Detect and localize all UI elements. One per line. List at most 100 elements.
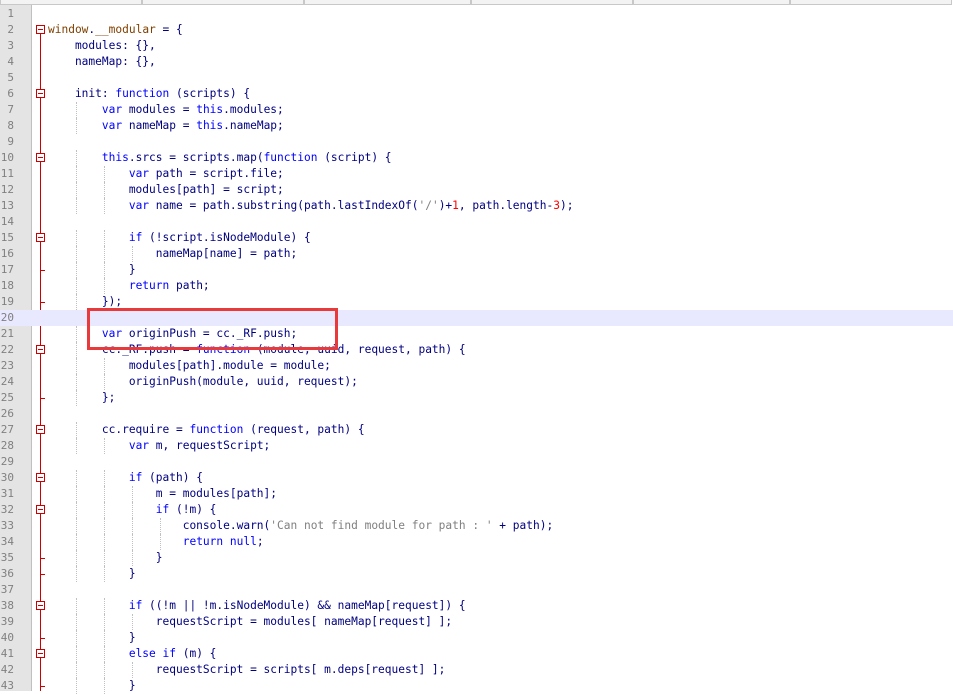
tab[interactable] bbox=[304, 0, 471, 5]
code-line[interactable]: 35 } bbox=[0, 550, 953, 566]
code-token: ((!m || !m.isNodeModule) && nameMap[requ… bbox=[142, 599, 466, 612]
code-line[interactable]: 28 var m, requestScript; bbox=[0, 438, 953, 454]
code-line[interactable]: 38 if ((!m || !m.isNodeModule) && nameMa… bbox=[0, 598, 953, 614]
tab[interactable] bbox=[790, 0, 952, 5]
code-line[interactable]: 15 if (!script.isNodeModule) { bbox=[0, 230, 953, 246]
line-number: 37 bbox=[0, 583, 14, 596]
code-token: modules[path].module = module; bbox=[48, 359, 331, 372]
code-line[interactable]: 21 var originPush = cc._RF.push; bbox=[0, 326, 953, 342]
code-line[interactable]: 18 return path; bbox=[0, 278, 953, 294]
code-line[interactable]: 36 } bbox=[0, 566, 953, 582]
code-text: if (!script.isNodeModule) { bbox=[48, 230, 311, 246]
code-line[interactable]: 17 } bbox=[0, 262, 953, 278]
line-number: 12 bbox=[0, 183, 14, 196]
line-number: 18 bbox=[0, 279, 14, 292]
line-number: 30 bbox=[0, 471, 14, 484]
code-line[interactable]: 4 nameMap: {}, bbox=[0, 54, 953, 70]
tab[interactable] bbox=[633, 0, 790, 5]
code-line[interactable]: 31 m = modules[path]; bbox=[0, 486, 953, 502]
code-line[interactable]: 19 }); bbox=[0, 294, 953, 310]
code-editor[interactable]: 1 2 window.__modular = {3 modules: {}, 4 na… bbox=[0, 6, 953, 694]
code-line[interactable]: 40 } bbox=[0, 630, 953, 646]
code-line[interactable]: 6 init: function (scripts) { bbox=[0, 86, 953, 102]
line-number: 20 bbox=[0, 311, 14, 324]
code-text: return null; bbox=[48, 534, 264, 550]
code-text: nameMap[name] = path; bbox=[48, 246, 297, 262]
line-number: 1 bbox=[7, 7, 14, 20]
code-token: ); bbox=[559, 199, 574, 212]
code-text: }; bbox=[48, 390, 115, 406]
tab[interactable] bbox=[471, 0, 633, 5]
code-line[interactable]: 27 cc.require = function (request, path)… bbox=[0, 422, 953, 438]
code-line[interactable]: 1 bbox=[0, 6, 953, 22]
code-token: function bbox=[196, 343, 251, 356]
code-line[interactable]: 34 return null; bbox=[0, 534, 953, 550]
code-token: } bbox=[48, 567, 136, 580]
line-number: 8 bbox=[7, 119, 14, 132]
code-token: modules[path] = script; bbox=[48, 183, 284, 196]
code-line[interactable]: 39 requestScript = modules[ nameMap[requ… bbox=[0, 614, 953, 630]
code-line[interactable]: 30 if (path) { bbox=[0, 470, 953, 486]
code-line[interactable]: 42 requestScript = scripts[ m.deps[reque… bbox=[0, 662, 953, 678]
code-token: .srcs = scripts.map( bbox=[128, 151, 264, 164]
line-number: 14 bbox=[0, 215, 14, 228]
code-token: path = script.file; bbox=[149, 167, 284, 180]
code-line[interactable]: 16 nameMap[name] = path; bbox=[0, 246, 953, 262]
code-line[interactable]: 8 var nameMap = this.nameMap; bbox=[0, 118, 953, 134]
line-number: 35 bbox=[0, 551, 14, 564]
code-line[interactable]: 26 bbox=[0, 406, 953, 422]
code-text: console.warn('Can not find module for pa… bbox=[48, 518, 553, 534]
code-text: var name = path.substring(path.lastIndex… bbox=[48, 198, 574, 214]
code-token: 'Can not find module for path : ' bbox=[270, 519, 493, 532]
code-line[interactable]: 13 var name = path.substring(path.lastIn… bbox=[0, 198, 953, 214]
code-token: (module, uuid, request, path) { bbox=[250, 343, 466, 356]
code-line[interactable]: 9 bbox=[0, 134, 953, 150]
line-number: 41 bbox=[0, 647, 14, 660]
code-token: if bbox=[128, 231, 143, 244]
code-line[interactable]: 2 window.__modular = { bbox=[0, 22, 953, 38]
code-line[interactable]: 12 modules[path] = script; bbox=[0, 182, 953, 198]
code-text: modules[path].module = module; bbox=[48, 358, 331, 374]
code-line[interactable]: 22 cc._RF.push = function (module, uuid,… bbox=[0, 342, 953, 358]
tab[interactable] bbox=[142, 0, 304, 5]
line-number: 7 bbox=[7, 103, 14, 116]
code-token: } bbox=[48, 679, 136, 692]
code-line[interactable]: 11 var path = script.file; bbox=[0, 166, 953, 182]
code-token: )+ bbox=[438, 199, 453, 212]
code-line[interactable]: 33 console.warn('Can not find module for… bbox=[0, 518, 953, 534]
code-line[interactable]: 14 bbox=[0, 214, 953, 230]
code-line[interactable]: 23 modules[path].module = module; bbox=[0, 358, 953, 374]
code-line[interactable]: 20 bbox=[0, 310, 953, 326]
code-text: var path = script.file; bbox=[48, 166, 284, 182]
code-line[interactable]: 41 else if (m) { bbox=[0, 646, 953, 662]
code-text: cc.require = function (request, path) { bbox=[48, 422, 365, 438]
code-token: var bbox=[128, 439, 150, 452]
code-token: (!m) { bbox=[169, 503, 217, 516]
code-text: nameMap: {}, bbox=[48, 54, 156, 70]
line-number: 19 bbox=[0, 295, 14, 308]
code-line[interactable]: 7 var modules = this.modules; bbox=[0, 102, 953, 118]
code-token: var bbox=[128, 199, 150, 212]
code-line[interactable]: 43 } bbox=[0, 678, 953, 694]
code-line[interactable]: 10 this.srcs = scripts.map(function (scr… bbox=[0, 150, 953, 166]
code-token: '/' bbox=[418, 199, 439, 212]
code-line[interactable]: 29 bbox=[0, 454, 953, 470]
code-token: var bbox=[101, 327, 123, 340]
code-line[interactable]: 37 bbox=[0, 582, 953, 598]
code-line[interactable]: 25 }; bbox=[0, 390, 953, 406]
code-line[interactable]: 32 if (!m) { bbox=[0, 502, 953, 518]
code-line[interactable]: 24 originPush(module, uuid, request); bbox=[0, 374, 953, 390]
code-token: nameMap = bbox=[122, 119, 197, 132]
code-token: (path) { bbox=[142, 471, 203, 484]
code-line[interactable]: 5 bbox=[0, 70, 953, 86]
code-text: } bbox=[48, 566, 136, 582]
line-number: 38 bbox=[0, 599, 14, 612]
line-number: 39 bbox=[0, 615, 14, 628]
code-line[interactable]: 3 modules: {}, bbox=[0, 38, 953, 54]
code-text: m = modules[path]; bbox=[48, 486, 277, 502]
line-number: 4 bbox=[7, 55, 14, 68]
